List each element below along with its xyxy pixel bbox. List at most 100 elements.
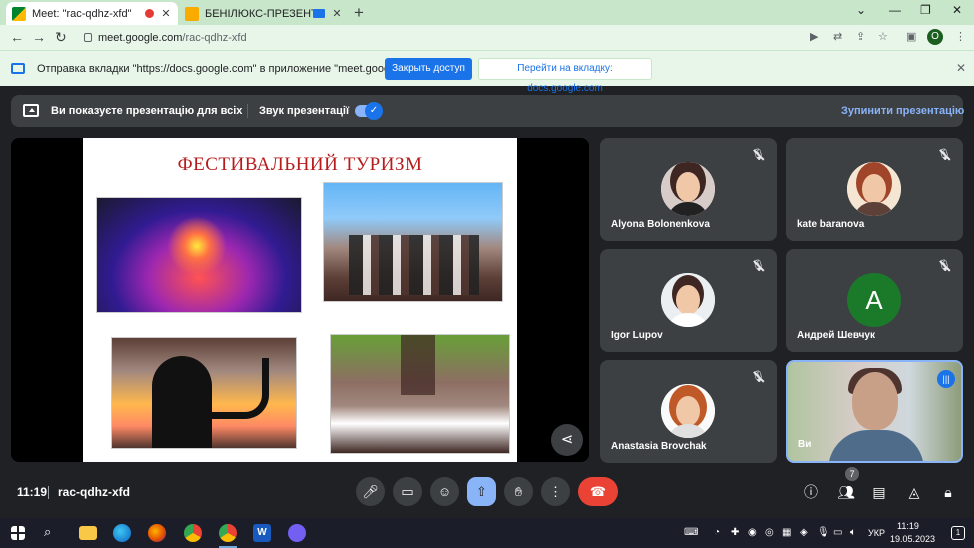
menu-dots-icon[interactable]: ⋮ <box>955 30 966 43</box>
google-meet-icon <box>12 6 26 21</box>
browser-toolbar: ← → ↻ meet.google.com/rac-qdhz-xfd ▶ ⇄ ⇪… <box>0 25 974 50</box>
chat-icon[interactable]: ▤ <box>869 482 889 502</box>
stop-sharing-button[interactable]: Закрыть доступ <box>385 58 472 80</box>
share-icon[interactable]: ⋖ <box>551 424 583 456</box>
participant-name: Igor Lupov <box>611 330 663 341</box>
camera-icon[interactable]: ▭ <box>393 477 422 506</box>
presentation-sound-toggle[interactable]: ✓ <box>355 102 383 120</box>
volume-icon[interactable]: 🔈︎ <box>850 527 856 538</box>
address-bar[interactable]: meet.google.com/rac-qdhz-xfd <box>76 27 898 48</box>
mic-tray-icon[interactable]: 🎙︎ <box>817 527 830 538</box>
participant-name: Андрей Шевчук <box>797 330 875 341</box>
slide-title: ФЕСТИВАЛЬНИЙ ТУРИЗМ <box>177 154 423 175</box>
firefox-icon[interactable] <box>148 524 166 542</box>
share-icon[interactable]: ⇪ <box>856 30 865 43</box>
notification-icon[interactable]: 1 <box>951 526 965 540</box>
speaking-indicator-icon: ||| <box>937 370 955 388</box>
participant-name: kate baranova <box>797 219 865 230</box>
keyboard-icon[interactable]: ⌨ <box>684 527 698 538</box>
avatar <box>661 273 715 327</box>
presenting-banner: Ви показуєте презентацію для всіх Звук п… <box>11 95 964 127</box>
language-indicator[interactable]: УКР <box>868 528 885 538</box>
infobar-message: Отправка вкладки "https://docs.google.co… <box>37 63 436 75</box>
google-slides-icon <box>185 6 199 21</box>
file-explorer-icon[interactable] <box>79 526 97 540</box>
windows-start-icon[interactable] <box>11 526 25 540</box>
profile-avatar[interactable]: O <box>927 29 943 45</box>
minimize-icon[interactable]: — <box>889 3 901 17</box>
tab-presentation[interactable]: БЕНІЛЮКС-ПРЕЗЕНТА.ppt ✕ <box>179 2 349 25</box>
avatar <box>661 384 715 438</box>
tab-sharing-infobar: Отправка вкладки "https://docs.google.co… <box>0 50 974 94</box>
network-icon[interactable]: ▦ <box>782 527 791 538</box>
tab-search-icon[interactable]: ⌄ <box>856 3 866 17</box>
saxophonist-silhouette-photo <box>111 337 297 449</box>
tab-meet[interactable]: Meet: "rac-qdhz-xfd" ✕ <box>6 2 178 25</box>
participant-tile[interactable]: 🎙 Igor Lupov <box>600 249 777 352</box>
mic-off-icon: 🎙 <box>751 149 765 161</box>
present-icon[interactable]: ⇧ <box>467 477 496 506</box>
clock-time[interactable]: 11:19 <box>897 521 919 531</box>
edge-icon[interactable] <box>113 524 131 542</box>
presentation-stage: ФЕСТИВАЛЬНИЙ ТУРИЗМ ⋖ <box>11 138 589 462</box>
wifi-icon[interactable]: ◔ <box>714 527 720 538</box>
viber-icon[interactable] <box>288 524 306 542</box>
people-icon[interactable]: 👥︎ <box>836 482 856 502</box>
leave-call-icon[interactable]: ☎︎ <box>578 477 618 506</box>
browser-tab-strip: Meet: "rac-qdhz-xfd" ✕ БЕНІЛЮКС-ПРЕЗЕНТА… <box>0 0 974 25</box>
back-icon[interactable]: ← <box>10 29 24 45</box>
participant-tile[interactable]: 🎙 Alyona Bolonenkova <box>600 138 777 241</box>
tray-app-icon[interactable]: ◎ <box>765 527 774 538</box>
info-icon[interactable]: ⓘ <box>801 482 821 502</box>
windows-taskbar: ⌕ W ⌨ ◔ ✚ ◉ ◎ ▦ ◈ 🎙︎ ▭ 🔈︎ УКР 11:19 19.0… <box>0 518 974 548</box>
reload-icon[interactable]: ↻ <box>55 29 67 46</box>
word-icon[interactable]: W <box>253 524 271 542</box>
street-band-photo <box>323 182 503 302</box>
participant-tile[interactable]: 🎙 kate baranova <box>786 138 963 241</box>
meeting-code: rac-qdhz-xfd <box>58 485 130 499</box>
switch-tab-button[interactable]: Перейти на вкладку: docs.google.com <box>478 58 652 94</box>
mic-icon[interactable]: 🎤︎ <box>356 477 385 506</box>
mic-off-icon: 🎙 <box>751 260 765 272</box>
host-controls-icon[interactable]: 🔒︎ <box>938 482 958 502</box>
camera-in-use-icon[interactable]: ▶ <box>810 30 818 43</box>
forward-icon[interactable]: → <box>32 29 46 45</box>
restore-icon[interactable]: ❐ <box>920 3 931 17</box>
religious-procession-photo <box>330 334 510 454</box>
participant-name: Anastasia Brovchak <box>611 441 707 452</box>
activities-icon[interactable]: ◬ <box>904 482 924 502</box>
security-icon[interactable]: ✚ <box>731 527 739 538</box>
close-tab-icon[interactable]: ✕ <box>160 7 172 20</box>
divider <box>247 104 248 118</box>
tab-title: Meet: "rac-qdhz-xfd" <box>32 7 132 20</box>
side-panel-icon[interactable]: ▣ <box>906 30 916 43</box>
new-tab-button[interactable]: + <box>354 3 364 23</box>
chrome-active-icon[interactable] <box>219 524 237 542</box>
search-icon[interactable]: ⌕ <box>44 524 62 542</box>
avatar <box>661 162 715 216</box>
translate-icon[interactable]: ⇄ <box>833 30 842 43</box>
stop-presenting-button[interactable]: Зупинити презентацію <box>841 105 964 117</box>
present-screen-icon <box>23 104 39 117</box>
bookmark-star-icon[interactable]: ☆ <box>878 30 888 43</box>
clock-date[interactable]: 19.05.2023 <box>890 534 935 544</box>
cast-icon <box>313 9 325 18</box>
close-infobar-icon[interactable]: ✕ <box>956 61 966 75</box>
participant-tile[interactable]: 🎙 Anastasia Brovchak <box>600 360 777 463</box>
participant-tile[interactable]: A 🎙 Андрей Шевчук <box>786 249 963 352</box>
hand-icon[interactable]: ✋︎ <box>504 477 533 506</box>
close-window-icon[interactable]: ✕ <box>952 3 962 17</box>
chrome-icon[interactable] <box>184 524 202 542</box>
viber-tray-icon[interactable]: ◉ <box>748 527 757 538</box>
self-view-tile[interactable]: ||| Ви <box>786 360 963 463</box>
battery-icon[interactable]: ▭ <box>833 527 842 538</box>
participant-name: Ви <box>798 439 812 450</box>
emoji-icon[interactable]: ☺ <box>430 477 459 506</box>
avatar <box>847 162 901 216</box>
tray-app-icon[interactable]: ◈ <box>800 527 808 538</box>
more-icon[interactable]: ⋮ <box>541 477 570 506</box>
close-tab-icon[interactable]: ✕ <box>331 7 343 20</box>
mic-off-icon: 🎙 <box>937 149 951 161</box>
presentation-sound-label: Звук презентації <box>259 105 350 117</box>
meeting-time: 11:19 <box>17 485 48 499</box>
